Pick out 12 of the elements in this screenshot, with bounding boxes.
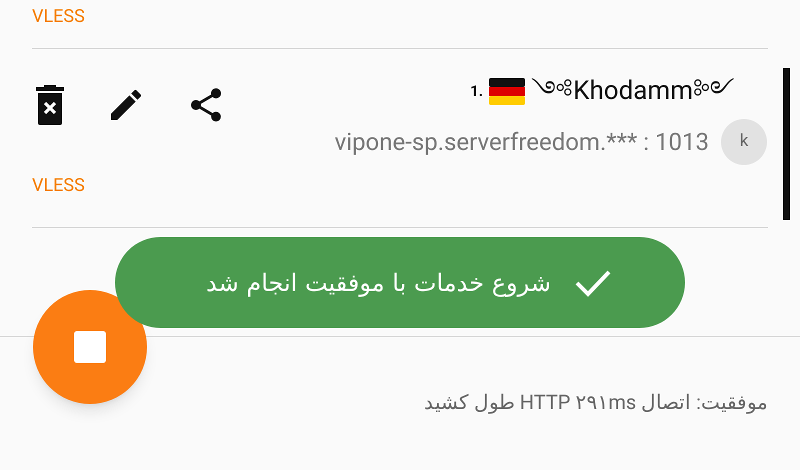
status-text: موفقیت: اتصال HTTP ۲۹۱ms طول کشید — [424, 389, 768, 416]
check-icon — [575, 268, 611, 296]
trash-icon[interactable] — [34, 85, 66, 125]
stop-icon — [74, 331, 106, 363]
avatar: k — [721, 119, 767, 165]
server-index: 1. — [470, 80, 484, 102]
toast-message: شروع خدمات با موفقیت انجام شد — [206, 268, 551, 299]
server-name: ༺Khodamm༻ — [531, 75, 735, 107]
protocol-label: VLESS — [32, 6, 86, 28]
protocol-label: VLESS — [32, 175, 86, 197]
flag-icon — [489, 78, 526, 104]
server-address: vipone-sp.serverfreedom.*** : 1013 — [334, 127, 709, 158]
